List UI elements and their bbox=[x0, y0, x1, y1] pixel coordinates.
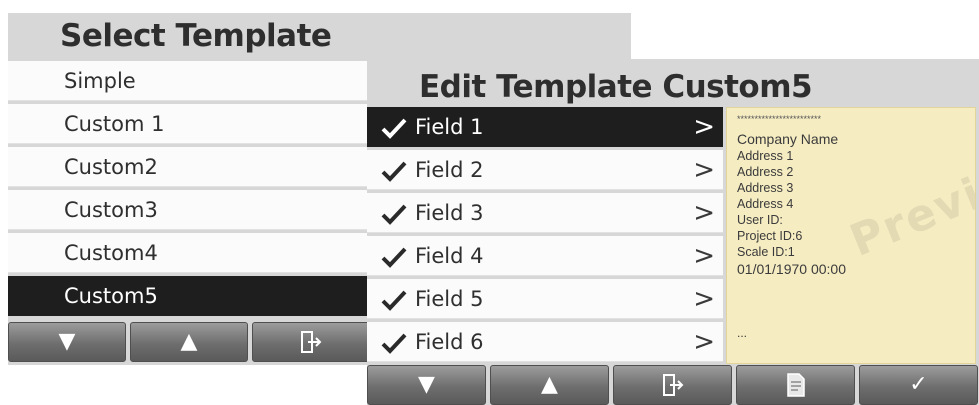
field-label: Field 1 bbox=[415, 115, 484, 139]
document-icon bbox=[786, 373, 805, 397]
back-up-button[interactable]: ▲ bbox=[130, 322, 248, 362]
field-label: Field 3 bbox=[415, 201, 484, 225]
field-label: Field 6 bbox=[415, 330, 484, 354]
preview-watermark: Preview bbox=[843, 140, 976, 267]
template-item-custom1[interactable]: Custom 1 bbox=[8, 104, 370, 144]
preview-star-line: ************************ bbox=[737, 114, 822, 124]
checkmark-icon bbox=[381, 247, 407, 268]
arrow-down-icon: ▼ bbox=[58, 329, 76, 354]
preview-line: Address 4 bbox=[737, 197, 794, 211]
preview-line: Address 1 bbox=[737, 149, 794, 163]
edit-template-title: Edit Template Custom5 bbox=[419, 69, 813, 105]
field-label: Field 2 bbox=[415, 158, 484, 182]
chevron-right-icon: > bbox=[693, 112, 715, 142]
field-row-4[interactable]: Field 4 > bbox=[367, 236, 723, 276]
preview-line: Address 3 bbox=[737, 181, 794, 195]
template-item-custom2[interactable]: Custom2 bbox=[8, 147, 370, 187]
chevron-right-icon: > bbox=[693, 155, 715, 185]
preview-line: User ID: bbox=[737, 213, 783, 227]
preview-line: Company Name bbox=[737, 131, 839, 147]
preview-ellipsis: ... bbox=[737, 326, 748, 340]
down-button[interactable]: ▼ bbox=[367, 365, 486, 405]
back-exit-button[interactable] bbox=[252, 322, 370, 362]
front-softkey-bar: ▼ ▲ ✓ bbox=[367, 365, 979, 405]
exit-icon bbox=[301, 331, 322, 353]
edit-template-screen: Edit Template Custom5 Field 1 > Field 2 … bbox=[367, 59, 979, 405]
up-button[interactable]: ▲ bbox=[490, 365, 609, 405]
template-item-simple[interactable]: Simple bbox=[8, 61, 370, 101]
chevron-right-icon: > bbox=[693, 284, 715, 314]
preview-line: 01/01/1970 00:00 bbox=[737, 261, 846, 277]
chevron-right-icon: > bbox=[693, 327, 715, 357]
template-item-custom5[interactable]: Custom5 bbox=[8, 276, 370, 316]
checkmark-icon: ✓ bbox=[909, 372, 928, 397]
template-list: Simple Custom 1 Custom2 Custom3 Custom4 … bbox=[8, 61, 370, 319]
field-row-1[interactable]: Field 1 > bbox=[367, 107, 723, 147]
checkmark-icon bbox=[381, 161, 407, 182]
checkmark-icon bbox=[381, 290, 407, 311]
chevron-right-icon: > bbox=[693, 198, 715, 228]
exit-icon bbox=[662, 374, 683, 396]
chevron-right-icon: > bbox=[693, 241, 715, 271]
back-softkey-bar: ▼ ▲ bbox=[8, 322, 370, 364]
preview-line: Address 2 bbox=[737, 165, 794, 179]
checkmark-icon bbox=[381, 204, 407, 225]
field-label: Field 4 bbox=[415, 244, 484, 268]
arrow-up-icon: ▲ bbox=[180, 329, 198, 354]
preview-line: Scale ID:1 bbox=[737, 245, 795, 259]
exit-button[interactable] bbox=[613, 365, 732, 405]
arrow-down-icon: ▼ bbox=[418, 372, 435, 397]
preview-line: Project ID:6 bbox=[737, 229, 803, 243]
preview-lines: Company Name Address 1 Address 2 Address… bbox=[737, 130, 846, 278]
print-preview-panel: Preview ************************ Company… bbox=[726, 107, 976, 364]
field-row-6[interactable]: Field 6 > bbox=[367, 322, 723, 362]
checkmark-icon bbox=[381, 333, 407, 354]
field-row-3[interactable]: Field 3 > bbox=[367, 193, 723, 233]
arrow-up-icon: ▲ bbox=[541, 372, 558, 397]
back-down-button[interactable]: ▼ bbox=[8, 322, 126, 362]
accept-button[interactable]: ✓ bbox=[859, 365, 978, 405]
template-item-custom4[interactable]: Custom4 bbox=[8, 233, 370, 273]
template-item-custom3[interactable]: Custom3 bbox=[8, 190, 370, 230]
select-template-title: Select Template bbox=[8, 13, 631, 58]
field-list: Field 1 > Field 2 > Field 3 > Field 4 > … bbox=[367, 107, 723, 365]
field-row-2[interactable]: Field 2 > bbox=[367, 150, 723, 190]
field-label: Field 5 bbox=[415, 287, 484, 311]
field-row-5[interactable]: Field 5 > bbox=[367, 279, 723, 319]
print-button[interactable] bbox=[736, 365, 855, 405]
checkmark-icon bbox=[381, 118, 407, 139]
